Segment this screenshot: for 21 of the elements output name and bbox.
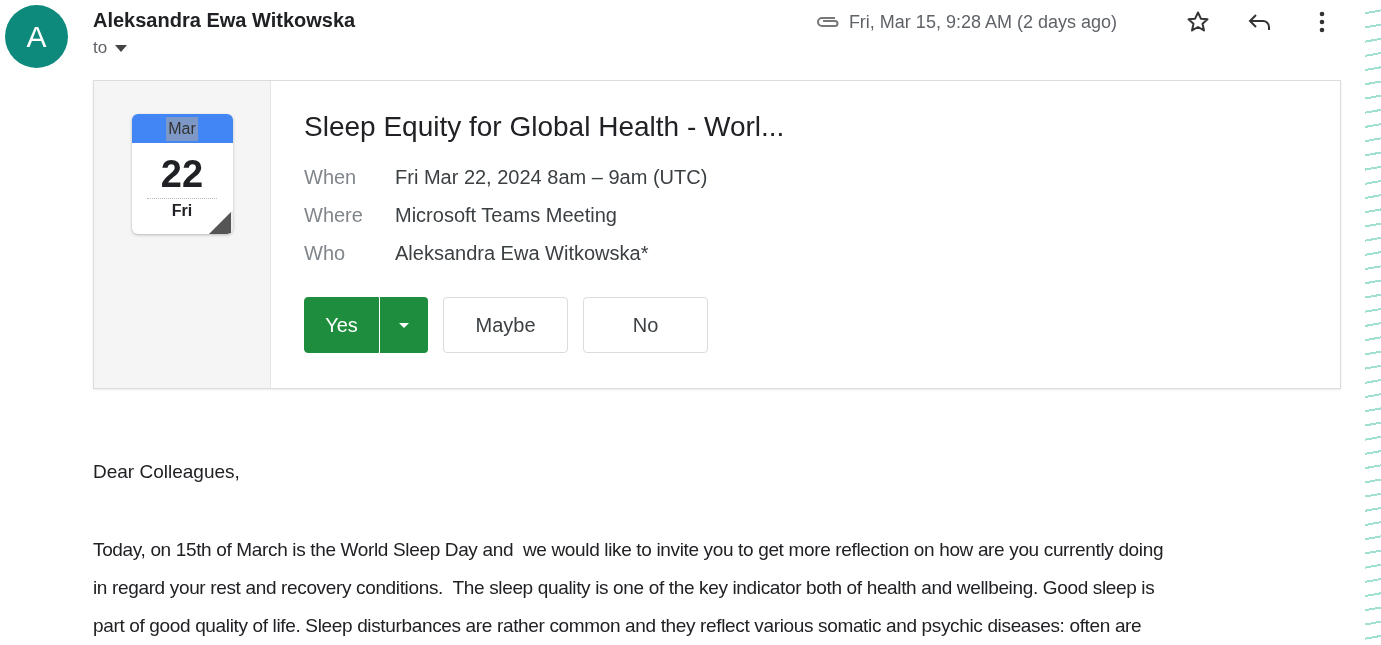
detail-label: Where (304, 204, 364, 227)
body-paragraph: Today, on 15th of March is the World Sleep Day and we would like to invite you to get more reflection on how are you currently doing in regard your rest and recovery conditions. The sleep quality is one of the key indicator both of health and wellbeing. Good sleep is part of good quality of life. Sleep disturbances are rather common and they reflect various somatic and psychic diseases: often are (93, 538, 1165, 638)
greeting: Dear Colleagues, (93, 461, 241, 483)
calendar-icon: Mar 22 Fri (131, 114, 233, 234)
caret-icon (399, 322, 409, 328)
rsvp-button[interactable]: Maybe (443, 297, 568, 353)
detail-label: When (304, 166, 358, 189)
recipients-toggle[interactable]: to (93, 38, 128, 58)
message-date: Fri, Mar 15, 9:28 AM (2 days ago) (848, 11, 1117, 33)
rsvp-dropdown[interactable] (379, 297, 428, 353)
caret-icon (115, 44, 128, 52)
rsvp-button[interactable]: No (583, 297, 708, 353)
sender-name: Aleksandra Ewa Witkowska (93, 9, 356, 32)
event-title: Sleep Equity for Global Health - Worl... (304, 111, 785, 143)
detail-value: Microsoft Teams Meeting (395, 204, 618, 227)
detail-label: Who (304, 242, 347, 265)
detail-value: Aleksandra Ewa Witkowska* (395, 242, 650, 265)
rsvp-button[interactable]: Yes (304, 297, 379, 353)
attachment-icon (814, 15, 841, 29)
avatar: A (5, 5, 68, 68)
detail-value: Fri Mar 22, 2024 8am – 9am (UTC) (395, 166, 709, 189)
